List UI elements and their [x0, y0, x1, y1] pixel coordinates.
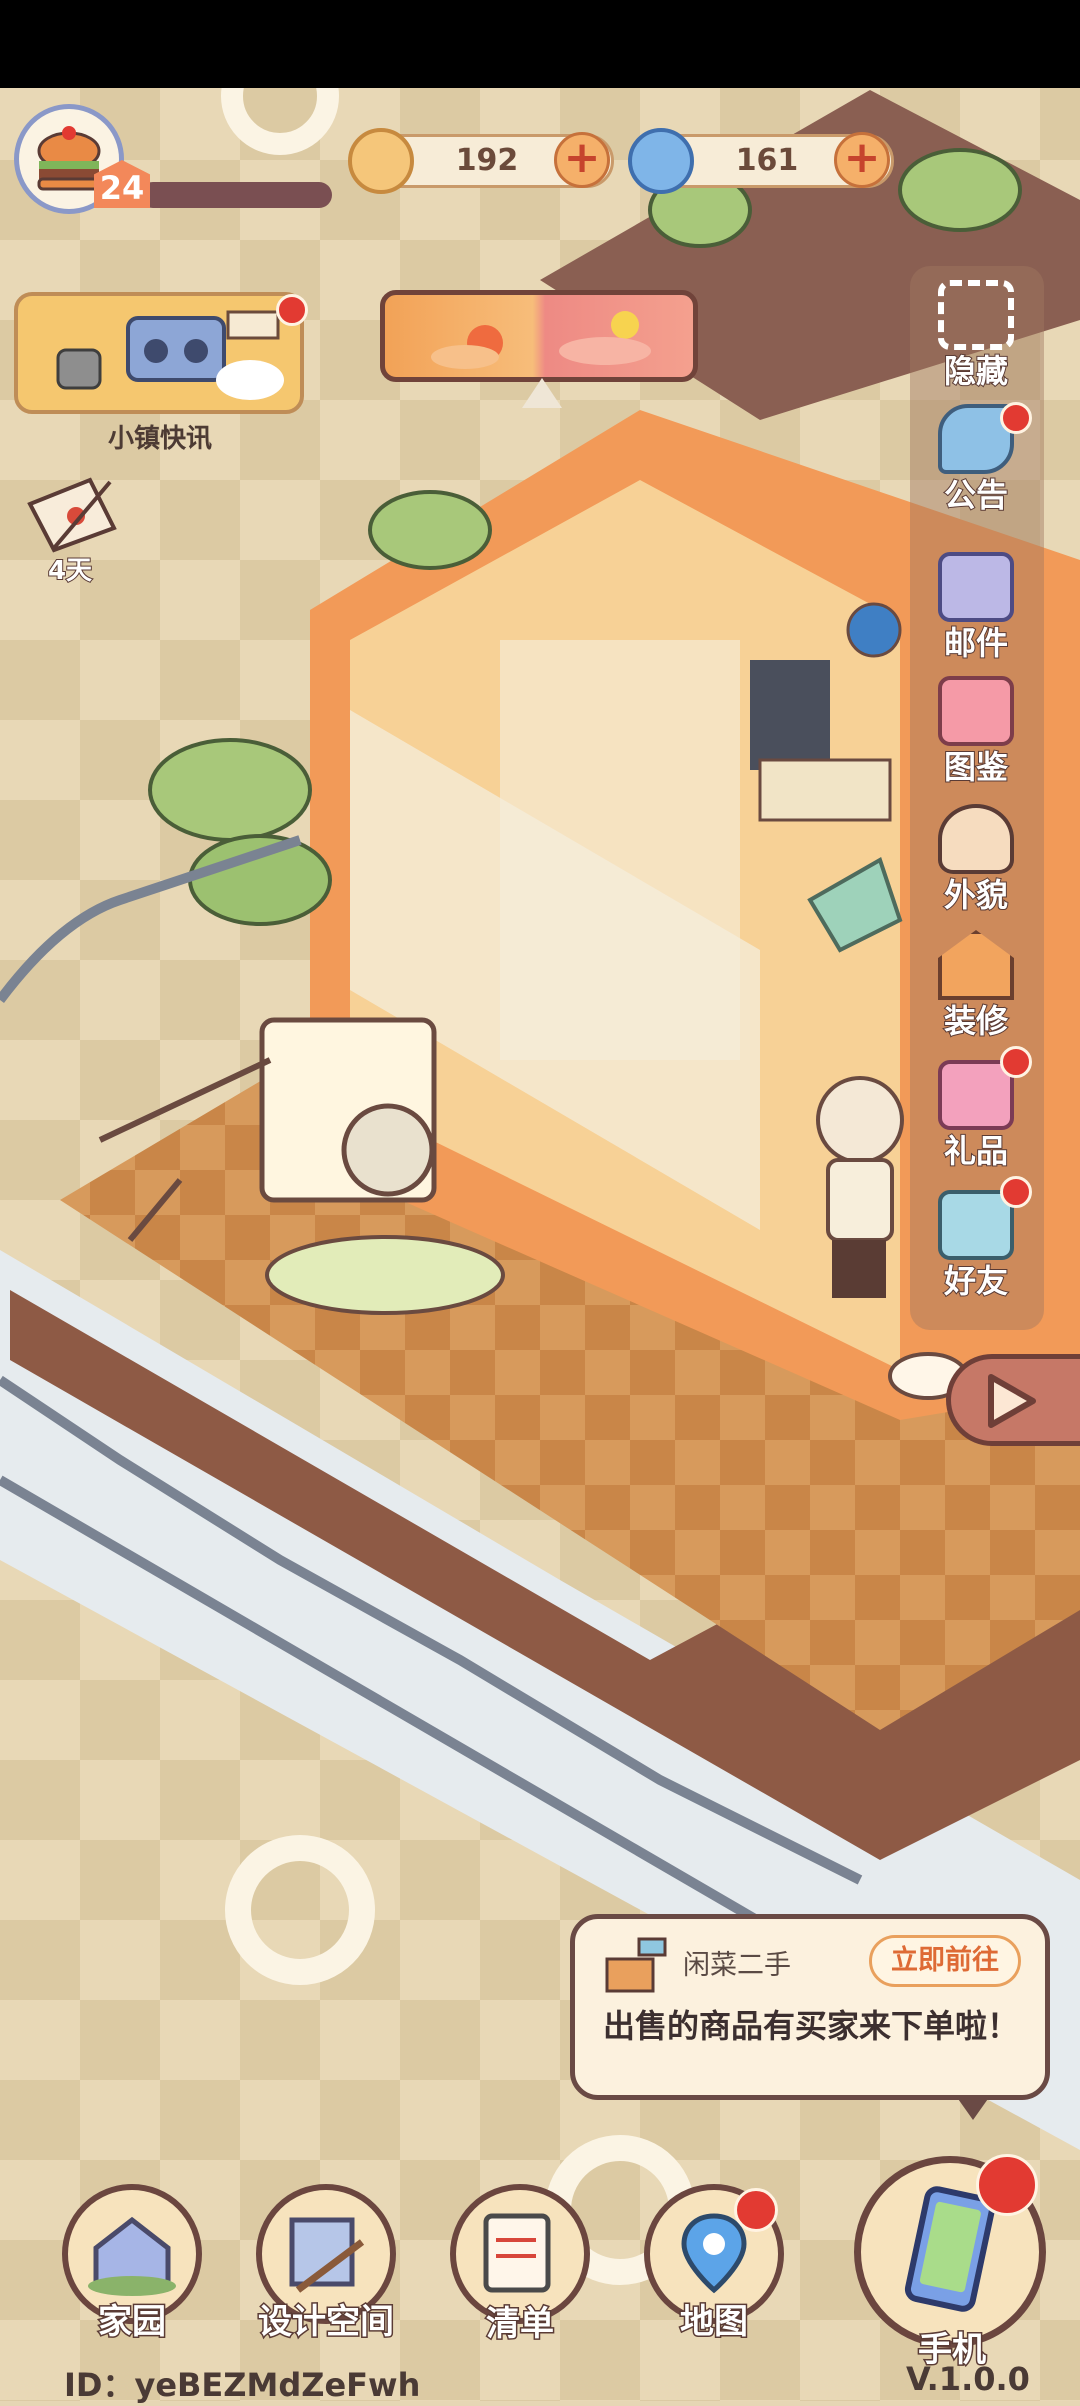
add-coins-button[interactable]: + — [554, 132, 610, 188]
mail-button[interactable]: 邮件 — [918, 552, 1034, 672]
envelope-icon — [938, 552, 1014, 622]
expand-arrow-button[interactable] — [946, 1354, 1080, 1446]
play-arrow-icon — [988, 1374, 1036, 1428]
notification-popup[interactable]: 闲菜二手 立即前往 出售的商品有买家来下单啦！ — [570, 1914, 1050, 2100]
weather-pointer-icon — [522, 378, 562, 408]
friends-label: 好友 — [943, 1261, 1009, 1301]
friends-badge — [1000, 1176, 1032, 1208]
appearance-button[interactable]: 外貌 — [918, 804, 1034, 924]
announcement-badge — [1000, 402, 1032, 434]
town-news-label: 小镇快讯 — [107, 424, 212, 454]
version-text: V.1.0.0 — [906, 2360, 1030, 2398]
friends-button[interactable]: 好友 — [918, 1190, 1034, 1310]
sun-weather-icon — [431, 311, 651, 369]
hide-ui-label: 隐藏 — [943, 351, 1009, 391]
coin-value: 192 — [455, 143, 519, 178]
status-bar — [0, 0, 1080, 88]
weather-widget[interactable] — [380, 290, 698, 382]
box-tag-icon — [605, 1937, 667, 1993]
collection-label: 图鉴 — [943, 747, 1009, 787]
appearance-label: 外貌 — [943, 875, 1009, 915]
letter-button[interactable] — [24, 474, 120, 554]
gift-badge — [1000, 1046, 1032, 1078]
decorate-button[interactable]: 装修 — [918, 930, 1034, 1050]
add-gems-button[interactable]: + — [834, 132, 890, 188]
book-icon — [938, 676, 1014, 746]
gift-button[interactable]: 礼品 — [918, 1060, 1034, 1180]
decorate-label: 装修 — [943, 1001, 1009, 1041]
coin-icon — [348, 128, 414, 194]
town-news-button[interactable] — [14, 292, 304, 414]
letter-timer-label: 4天 — [47, 555, 93, 587]
letter-icon — [27, 477, 117, 553]
character-face-icon — [938, 804, 1014, 874]
nav-home-label: 家园 — [97, 2301, 168, 2344]
nav-list-label: 清单 — [485, 2303, 556, 2346]
phone-badge — [976, 2154, 1038, 2216]
swirl-gem-icon — [628, 128, 694, 194]
announcement-label: 公告 — [943, 475, 1009, 515]
notification-message: 出售的商品有买家来下单啦！ — [602, 2007, 1019, 2045]
notification-title: 闲菜二手 — [683, 1950, 791, 1981]
hide-ui-button[interactable]: 隐藏 — [918, 280, 1034, 400]
news-badge — [276, 294, 308, 326]
xp-progress-bar — [140, 182, 332, 208]
radio-illustration-icon — [56, 310, 284, 400]
nav-design-label: 设计空间 — [257, 2301, 396, 2344]
frame-icon — [938, 280, 1014, 350]
go-now-button[interactable]: 立即前往 — [869, 1935, 1021, 1987]
house-wrench-icon — [938, 930, 1014, 1000]
gem-value: 161 — [735, 143, 799, 178]
map-badge — [734, 2188, 778, 2232]
gift-label: 礼品 — [943, 1131, 1009, 1171]
mail-label: 邮件 — [943, 623, 1009, 663]
user-id-text: ID：yeBEZMdZeFwh — [64, 2366, 421, 2404]
nav-map-label: 地图 — [679, 2301, 750, 2344]
collection-button[interactable]: 图鉴 — [918, 676, 1034, 796]
